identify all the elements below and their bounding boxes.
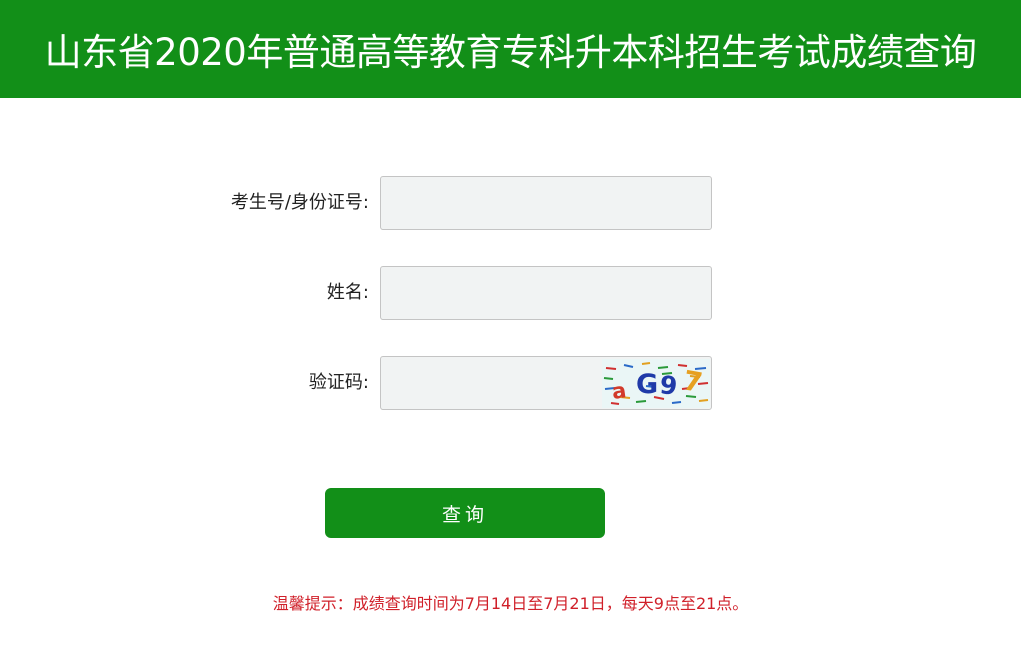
captcha-label: 验证码: [308, 372, 369, 393]
captcha-noise-graphic: a G 9 7 [602, 359, 710, 408]
query-button[interactable]: 查询 [325, 488, 605, 538]
captcha-row: 验证码: [0, 356, 1021, 410]
svg-text:9: 9 [658, 370, 678, 401]
name-row: 姓名: [0, 266, 1021, 320]
name-input[interactable] [380, 266, 712, 320]
page-title: 山东省2020年普通高等教育专科升本科招生考试成绩查询 [44, 31, 977, 74]
svg-text:G: G [636, 369, 658, 400]
page-header: 山东省2020年普通高等教育专科升本科招生考试成绩查询 [0, 0, 1021, 98]
id-number-label: 考生号/身份证号: [230, 192, 369, 213]
name-label: 姓名: [326, 282, 369, 303]
notice-text: 温馨提示：成绩查询时间为7月14日至7月21日，每天9点至21点。 [272, 594, 749, 613]
captcha-image[interactable]: a G 9 7 [602, 359, 710, 408]
id-number-input[interactable] [380, 176, 712, 230]
id-number-row: 考生号/身份证号: [0, 176, 1021, 230]
